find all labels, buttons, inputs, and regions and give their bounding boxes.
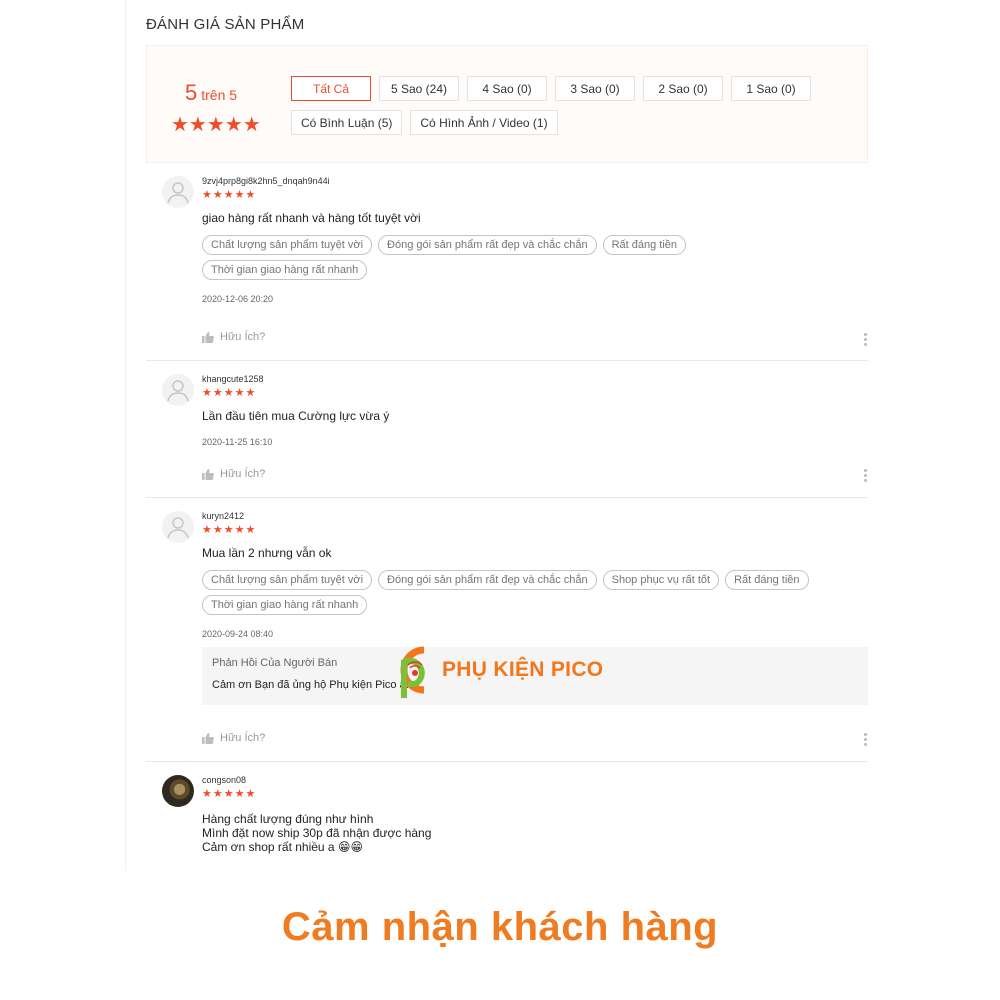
review-stars-icon: ★★★★★ xyxy=(202,788,257,800)
reviewer-username: khangcute1258 xyxy=(202,374,264,384)
review-date: 2020-12-06 20:20 xyxy=(202,294,274,304)
review-stars-icon: ★★★★★ xyxy=(202,387,257,399)
review-item: khangcute1258 ★★★★★ Lần đầu tiên mua Cườ… xyxy=(146,374,868,498)
pico-logo-icon xyxy=(400,646,425,698)
more-options-icon[interactable] xyxy=(864,333,868,348)
review-tag: Rất đáng tiền xyxy=(725,570,809,590)
helpful-label: Hữu Ích? xyxy=(220,468,266,480)
filter-3-star-button[interactable]: 3 Sao (0) xyxy=(555,76,635,101)
more-options-icon[interactable] xyxy=(864,469,868,484)
thumbs-up-icon xyxy=(202,732,214,744)
filter-all-button[interactable]: Tất Cả xyxy=(291,76,371,101)
pico-watermark: PHỤ KIỆN PICO xyxy=(386,640,603,700)
overall-stars-icon: ★★★★★ xyxy=(171,114,261,136)
review-item: kuryn2412 ★★★★★ Mua lần 2 nhưng vẫn ok C… xyxy=(146,511,868,762)
avatar[interactable] xyxy=(162,775,194,807)
helpful-button[interactable]: Hữu Ích? xyxy=(202,468,265,480)
review-date: 2020-11-25 16:10 xyxy=(202,437,273,447)
helpful-button[interactable]: Hữu Ích? xyxy=(202,732,265,744)
review-text: Mua lần 2 nhưng vẫn ok xyxy=(202,546,332,560)
filter-2-star-button[interactable]: 2 Sao (0) xyxy=(643,76,723,101)
helpful-label: Hữu Ích? xyxy=(220,732,266,744)
score-value: 5 xyxy=(185,80,198,105)
review-tag: Thời gian giao hàng rất nhanh xyxy=(202,260,368,280)
review-text: Hàng chất lượng đúng như hình Mình đặt n… xyxy=(202,812,868,854)
review-text-line: Hàng chất lượng đúng như hình xyxy=(202,812,374,826)
review-stars-icon: ★★★★★ xyxy=(202,524,257,536)
avatar[interactable] xyxy=(162,374,194,406)
rating-overview: 5 trên 5 ★★★★★ Tất Cả 5 Sao (24) 4 Sao (0… xyxy=(146,45,868,163)
score-out-of: trên 5 xyxy=(201,87,238,103)
product-ratings-panel: ĐÁNH GIÁ SẢN PHẨM 5 trên 5 ★★★★★ Tất Cả 5… xyxy=(125,0,885,870)
filter-5-star-button[interactable]: 5 Sao (24) xyxy=(379,76,459,101)
user-placeholder-icon xyxy=(167,380,189,402)
rating-filters: Tất Cả 5 Sao (24) 4 Sao (0) 3 Sao (0) 2 … xyxy=(291,76,861,144)
watermark-text: PHỤ KIỆN PICO xyxy=(442,658,604,681)
more-options-icon[interactable] xyxy=(864,733,868,748)
review-item: 9zvj4prp8gi8k2hn5_dnqah9n44i ★★★★★ giao … xyxy=(146,176,868,361)
review-tag: Chất lượng sản phẩm tuyệt vời xyxy=(202,235,373,255)
user-placeholder-icon xyxy=(167,517,189,539)
review-tags: Chất lượng sản phẩm tuyệt vời Đóng gói s… xyxy=(202,235,842,280)
filter-4-star-button[interactable]: 4 Sao (0) xyxy=(467,76,547,101)
review-tag: Rất đáng tiền xyxy=(602,235,687,255)
review-tag: Đóng gói sản phẩm rất đẹp và chắc chắn xyxy=(378,235,597,255)
page-caption: Cảm nhận khách hàng xyxy=(281,905,719,949)
review-text-line: Mình đặt now ship 30p đã nhận được hàng xyxy=(202,826,432,840)
review-tag: Đóng gói sản phẩm rất đẹp và chắc chắn xyxy=(378,570,597,590)
review-tags: Chất lượng sản phẩm tuyệt vời Đóng gói s… xyxy=(202,570,842,615)
avatar[interactable] xyxy=(162,511,194,543)
reviewer-username: congson08 xyxy=(202,775,247,785)
thumbs-up-icon xyxy=(202,331,214,343)
helpful-button[interactable]: Hữu Ích? xyxy=(202,331,265,343)
filter-with-media-button[interactable]: Có Hình Ảnh / Video (1) xyxy=(410,110,558,135)
review-text: giao hàng rất nhanh và hàng tốt tuyệt vờ… xyxy=(202,211,421,225)
review-date: 2020-09-24 08:40 xyxy=(202,629,274,639)
review-item: congson08 ★★★★★ Hàng chất lượng đúng như… xyxy=(146,775,868,865)
review-tag: Chất lượng sản phẩm tuyệt vời xyxy=(202,570,373,590)
filter-1-star-button[interactable]: 1 Sao (0) xyxy=(731,76,811,101)
review-text: Lần đầu tiên mua Cường lực vừa ý xyxy=(202,409,390,423)
section-title: ĐÁNH GIÁ SẢN PHẨM xyxy=(146,16,305,33)
user-placeholder-icon xyxy=(167,182,189,204)
reviewer-username: kuryn2412 xyxy=(202,511,245,521)
filter-with-comment-button[interactable]: Có Bình Luận (5) xyxy=(291,110,403,135)
average-score: 5 trên 5 xyxy=(185,80,237,106)
review-text-line: Cảm ơn shop rất nhiều a 😁😁 xyxy=(202,840,363,854)
review-tag: Thời gian giao hàng rất nhanh xyxy=(202,595,368,615)
review-stars-icon: ★★★★★ xyxy=(202,189,257,201)
helpful-label: Hữu Ích? xyxy=(220,331,266,343)
thumbs-up-icon xyxy=(202,468,214,480)
reviewer-username: 9zvj4prp8gi8k2hn5_dnqah9n44i xyxy=(202,176,330,186)
review-tag: Shop phục vụ rất tốt xyxy=(602,570,720,590)
avatar[interactable] xyxy=(162,176,194,208)
